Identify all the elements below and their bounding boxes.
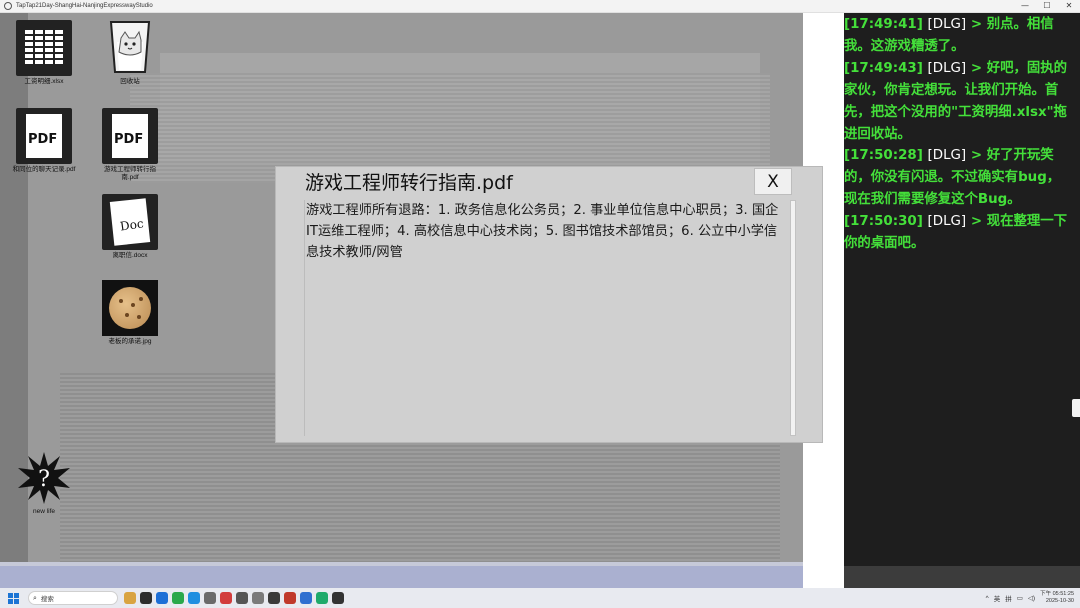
dialog-content: 游戏工程师所有退路：1. 政务信息化公务员；2. 事业单位信息中心职员；3. 国… bbox=[304, 200, 790, 436]
taskbar-app-icon[interactable] bbox=[140, 592, 152, 604]
volume-icon[interactable]: ◁) bbox=[1028, 594, 1035, 602]
taskbar-app-icon[interactable] bbox=[236, 592, 248, 604]
log-line: [17:49:41] [DLG] > 别点。相信我。这游戏糟透了。 bbox=[844, 17, 1054, 54]
taskbar-app-icon[interactable] bbox=[172, 592, 184, 604]
desktop-icon-label: 老板的承诺.jpg bbox=[108, 338, 152, 345]
pdf-viewer-dialog: 游戏工程师转行指南.pdf X 游戏工程师所有退路：1. 政务信息化公务员；2.… bbox=[275, 166, 823, 443]
log-line: [17:49:43] [DLG] > 好吧，固执的家伙，你肯定想玩。让我们开始。… bbox=[844, 60, 1068, 142]
taskbar-app-icon[interactable] bbox=[316, 592, 328, 604]
dialog-close-button[interactable]: X bbox=[754, 168, 792, 195]
taskbar-app-icon[interactable] bbox=[188, 592, 200, 604]
recycle-bin-icon bbox=[105, 18, 155, 76]
ime-mode-pinyin[interactable]: 拼 bbox=[1005, 593, 1012, 603]
desktop-icon-chat-pdf[interactable]: PDF 和同位的聊天记录.pdf bbox=[12, 108, 76, 174]
taskbar-app-icon[interactable] bbox=[124, 592, 136, 604]
tray-chevron-icon[interactable]: ^ bbox=[986, 595, 989, 602]
desktop-icon-label: 游戏工程师转行指南.pdf bbox=[104, 166, 156, 181]
spreadsheet-icon bbox=[16, 20, 72, 76]
tray-clock[interactable]: 下午 05:51:25 2025-10-30 bbox=[1040, 591, 1074, 605]
taskbar-app-icon[interactable] bbox=[300, 592, 312, 604]
ime-mode-english[interactable]: 英 bbox=[994, 593, 1001, 603]
log-footer bbox=[844, 566, 1080, 588]
maximize-button[interactable]: ☐ bbox=[1036, 0, 1058, 12]
desktop-icon-label: 和同位的聊天记录.pdf bbox=[12, 166, 76, 173]
desktop-icon-label: 回收站 bbox=[120, 78, 140, 85]
desktop-icon-resignation-docx[interactable]: Doc 离职信.docx bbox=[98, 194, 162, 260]
taskbar-app-icon[interactable] bbox=[220, 592, 232, 604]
desktop-icon-label: new life bbox=[32, 508, 56, 515]
desktop-icon-recycle-bin[interactable]: 回收站 bbox=[98, 18, 162, 86]
desktop-icon-salary-xlsx[interactable]: 工资明细.xlsx bbox=[12, 20, 76, 86]
clock-time: 下午 05:51:25 bbox=[1040, 591, 1074, 597]
log-lines: [17:49:41] [DLG] > 别点。相信我。这游戏糟透了。 [17:49… bbox=[844, 13, 1072, 255]
taskbar-app-icon[interactable] bbox=[252, 592, 264, 604]
search-icon: ⌕ bbox=[33, 593, 37, 602]
svg-text:?: ? bbox=[38, 467, 50, 492]
desktop-icon-label: 工资明细.xlsx bbox=[24, 78, 64, 85]
window-title: TapTap21Day-ShangHai-NanjingExpresswaySt… bbox=[16, 3, 153, 9]
taskbar-search[interactable]: ⌕ 搜索 bbox=[28, 591, 118, 605]
pdf-file-icon: PDF bbox=[102, 108, 158, 164]
taskbar-app-icon[interactable] bbox=[156, 592, 168, 604]
dialog-log-panel: [17:49:41] [DLG] > 别点。相信我。这游戏糟透了。 [17:49… bbox=[844, 13, 1080, 588]
log-line: [17:50:28] [DLG] > 好了开玩笑的，你没有闪退。不过确实有bug… bbox=[844, 148, 1061, 208]
system-tray: ^ 英 拼 ▭ ◁) 下午 05:51:25 2025-10-30 bbox=[986, 591, 1080, 605]
side-drawer-handle[interactable] bbox=[1072, 399, 1080, 417]
search-placeholder: 搜索 bbox=[40, 596, 54, 603]
pdf-file-icon: PDF bbox=[16, 108, 72, 164]
log-tag: [DLG] bbox=[927, 148, 967, 164]
desktop-icon-label: 离职信.docx bbox=[112, 252, 148, 259]
desktop-icon-boss-promise-jpg[interactable]: 老板的承诺.jpg bbox=[98, 280, 162, 346]
dialog-text: 游戏工程师所有退路：1. 政务信息化公务员；2. 事业单位信息中心职员；3. 国… bbox=[306, 203, 779, 260]
desktop-icon-guide-pdf[interactable]: PDF 游戏工程师转行指南.pdf bbox=[98, 108, 162, 182]
clock-date: 2025-10-30 bbox=[1045, 598, 1074, 604]
bottom-band bbox=[0, 566, 803, 588]
windows-start-icon[interactable] bbox=[4, 589, 22, 607]
dialog-title: 游戏工程师转行指南.pdf bbox=[305, 172, 513, 194]
minimize-button[interactable]: — bbox=[1014, 0, 1036, 12]
taskbar-app-icon[interactable] bbox=[284, 592, 296, 604]
doc-file-icon: Doc bbox=[102, 194, 158, 250]
desktop-icon-new-life[interactable]: ? new life bbox=[12, 450, 76, 516]
log-tag: [DLG] bbox=[927, 17, 967, 32]
taskbar-app-icon[interactable] bbox=[332, 592, 344, 604]
window-titlebar: TapTap21Day-ShangHai-NanjingExpresswaySt… bbox=[0, 0, 1080, 13]
taskbar-apps bbox=[124, 592, 344, 604]
taskbar: ⌕ 搜索 ^ 英 拼 ▭ ◁) 下午 05:51:25 2025-10-30 bbox=[0, 588, 1080, 608]
question-burst-icon: ? bbox=[16, 450, 72, 506]
log-tag: [DLG] bbox=[927, 60, 967, 76]
log-line: [17:50:30] [DLG] > 现在整理一下你的桌面吧。 bbox=[844, 214, 1068, 252]
close-window-button[interactable]: ✕ bbox=[1058, 0, 1080, 12]
log-tag: [DLG] bbox=[927, 214, 967, 230]
app-icon bbox=[4, 2, 12, 10]
taskbar-app-icon[interactable] bbox=[268, 592, 280, 604]
network-icon[interactable]: ▭ bbox=[1017, 594, 1023, 602]
taskbar-app-icon[interactable] bbox=[204, 592, 216, 604]
image-file-icon bbox=[102, 280, 158, 336]
dialog-scrollbar[interactable] bbox=[790, 200, 796, 436]
